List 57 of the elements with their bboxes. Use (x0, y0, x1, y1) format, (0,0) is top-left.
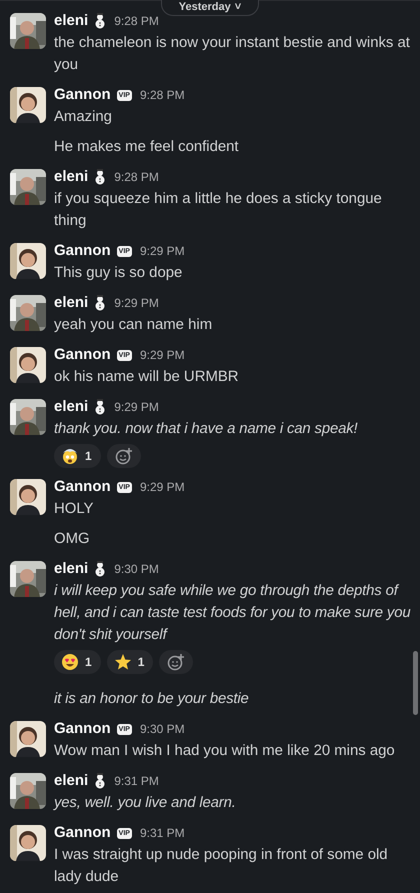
snowman-icon (94, 169, 106, 185)
author-name[interactable]: eleni (54, 396, 88, 418)
reaction-button[interactable]: 1 (106, 650, 154, 674)
timestamp[interactable]: 9:29 PM (140, 242, 185, 260)
message-text: I was straight up nude pooping in front of some old lady dude (54, 846, 389, 887)
snowman-icon (94, 773, 106, 789)
add-reaction-button[interactable] (106, 444, 141, 468)
heart-eyes-emoji-icon (61, 653, 79, 671)
timestamp[interactable]: 9:29 PM (114, 398, 159, 416)
timestamp[interactable]: 9:29 PM (140, 346, 185, 364)
author-name[interactable]: Gannon (54, 822, 111, 844)
add-reaction-button[interactable] (159, 650, 194, 674)
author-name[interactable]: eleni (54, 292, 88, 314)
author-name[interactable]: Gannon (54, 240, 111, 262)
scrollbar-thumb[interactable] (413, 651, 418, 715)
timestamp[interactable]: 9:28 PM (114, 12, 159, 30)
message-text: i will keep you safe while we go through the depths of hell, and i can taste test foods for you to make sure you don't shit yourself (54, 582, 412, 645)
author-name[interactable]: Gannon (54, 344, 111, 366)
author-name[interactable]: Gannon (54, 84, 111, 106)
timestamp[interactable]: 9:28 PM (140, 86, 185, 104)
message-text: OMG (54, 530, 91, 549)
date-divider-button[interactable]: Yesterday ˅ (161, 0, 259, 16)
author-name[interactable]: eleni (54, 10, 88, 32)
author-name[interactable]: eleni (54, 166, 88, 188)
timestamp[interactable]: 9:29 PM (114, 294, 159, 312)
mind-blown-emoji-icon (61, 447, 79, 465)
message-text: He makes me feel confident (54, 138, 240, 157)
message-text: yeah you can name him (54, 316, 214, 335)
snowman-icon (94, 13, 106, 29)
message-text: This guy is so dope (54, 264, 184, 283)
timestamp[interactable]: 9:29 PM (140, 478, 185, 496)
message-text: ok his name will be URMBR (54, 368, 240, 387)
message-text: thank you. now that i have a name i can speak! (54, 420, 359, 439)
snowman-icon (94, 295, 106, 311)
snowman-icon (94, 399, 106, 415)
message-text: Amazing (54, 108, 113, 127)
message-text: if you squeeze him a little he does a sticky tongue thing (54, 190, 383, 231)
message-text: HOLY (54, 500, 94, 519)
author-name[interactable]: eleni (54, 770, 88, 792)
snowman-icon (94, 561, 106, 577)
reaction-button[interactable]: 1 (54, 650, 101, 674)
message-text: the chameleon is now your instant bestie and winks at you (54, 34, 411, 75)
add-emoji-icon (114, 447, 133, 465)
message-text: Wow man I wish I had you with me like 20 mins ago (54, 742, 396, 761)
author-name[interactable]: Gannon (54, 718, 111, 740)
timestamp[interactable]: 9:31 PM (140, 824, 185, 842)
message-text: yes, well. you live and learn. (54, 794, 237, 813)
timestamp[interactable]: 9:30 PM (114, 560, 159, 578)
author-name[interactable]: eleni (54, 558, 88, 580)
message-text: it is an honor to be your bestie (54, 690, 250, 709)
timestamp[interactable]: 9:28 PM (114, 168, 159, 186)
timestamp[interactable]: 9:30 PM (140, 720, 185, 738)
timestamp[interactable]: 9:31 PM (114, 772, 159, 790)
star-emoji-icon (114, 653, 132, 671)
add-emoji-icon (167, 653, 186, 671)
author-name[interactable]: Gannon (54, 476, 111, 498)
reaction-button[interactable]: 1 (54, 444, 101, 468)
